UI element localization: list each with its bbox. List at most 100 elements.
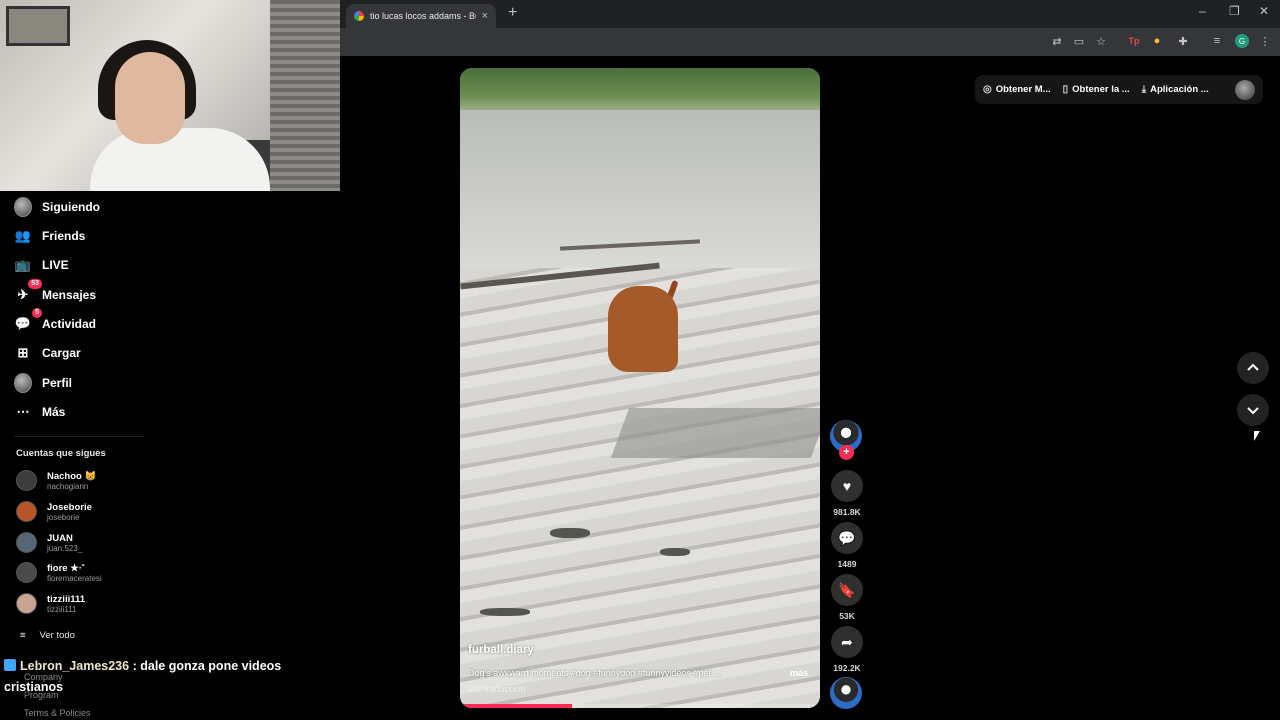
nav-label: LIVE: [42, 258, 69, 272]
share-action[interactable]: ➦ 192.2K: [830, 626, 864, 673]
video-debris: [660, 548, 690, 556]
account-name: JUAN: [47, 532, 73, 544]
account-avatar: [16, 532, 37, 553]
account-name: Nachoo 😸: [47, 470, 97, 482]
browser-tab-bar: tio lucas locos addams - Buscar × + – ❐ …: [340, 0, 1280, 28]
video-progress-bar[interactable]: [460, 704, 820, 708]
previous-video-button[interactable]: [1237, 352, 1269, 384]
music-disc-avatar[interactable]: [830, 677, 862, 709]
comment-icon[interactable]: 💬: [831, 522, 863, 554]
nav-friends[interactable]: 👥 Friends: [14, 227, 85, 245]
follow-plus-button[interactable]: +: [839, 445, 854, 460]
chat-badge-icon: [4, 659, 16, 671]
like-action[interactable]: ♥ 981.8K: [830, 470, 864, 517]
comment-action[interactable]: 💬 1489: [830, 522, 864, 569]
video-player[interactable]: furball.diary Dog's awkward moments #dog…: [460, 68, 820, 708]
footer-terms-link[interactable]: Terms & Policies: [24, 708, 91, 718]
account-avatar: [16, 562, 37, 583]
profile-icon[interactable]: G: [1235, 34, 1249, 48]
nav-activity[interactable]: 💬 5 Actividad: [14, 308, 96, 333]
chevron-up-icon: [1247, 363, 1259, 371]
account-item[interactable]: tizziii111 tizziii111: [16, 593, 85, 614]
new-tab-button[interactable]: +: [508, 4, 517, 22]
window-shutter: [270, 0, 340, 191]
account-handle: tizziii111: [47, 604, 77, 614]
video-treeline: [460, 68, 820, 110]
translate-icon[interactable]: ⇄: [1050, 34, 1064, 48]
heart-icon[interactable]: ♥: [831, 470, 863, 502]
account-handle: juan.523_: [47, 543, 83, 553]
caption-more-button[interactable]: más: [790, 668, 808, 678]
following-avatar-icon: [14, 197, 32, 217]
account-handle: joseborie: [47, 512, 80, 522]
see-all-link[interactable]: ≡ Ver todo: [20, 630, 75, 641]
restore-button[interactable]: ❐: [1229, 4, 1240, 18]
cast-icon[interactable]: ▭: [1072, 34, 1086, 48]
share-arrow-icon[interactable]: ➦: [831, 626, 863, 658]
chat-username: Lebron_James236: [20, 659, 130, 673]
bookmark-icon[interactable]: 🔖: [831, 574, 863, 606]
nav-label: Cargar: [42, 346, 81, 360]
account-name: tizziii111: [47, 593, 86, 605]
extension-badge-icon[interactable]: ●: [1150, 34, 1164, 48]
top-actions-bar: ◎ Obtener M... ▯ Obtener la ... ⤓ Aplicació…: [975, 75, 1263, 104]
nav-label: Mensajes: [42, 288, 97, 302]
account-item[interactable]: Nachoo 😸 nachogiann: [16, 470, 96, 491]
activity-badge: 5: [32, 308, 42, 318]
video-dog: [608, 286, 678, 372]
video-puddle: [610, 408, 820, 458]
close-window-button[interactable]: ✕: [1259, 4, 1269, 18]
account-name: Joseborie: [47, 501, 92, 513]
video-progress-fill: [460, 704, 572, 708]
account-avatar: [16, 593, 37, 614]
webcam-overlay: [0, 0, 340, 191]
see-all-label: Ver todo: [39, 630, 75, 641]
streamer-shirt: [90, 128, 270, 191]
video-caption: Dog's awkward moments #dog #funnydog #fu…: [468, 668, 721, 678]
nav-more[interactable]: ⋯ Más: [14, 403, 66, 421]
user-avatar[interactable]: [1235, 79, 1255, 100]
account-name: fiore ★·˚: [47, 562, 86, 574]
google-favicon-icon: [354, 11, 364, 21]
nav-label: Perfil: [42, 376, 73, 390]
bookmark-star-icon[interactable]: ☆: [1094, 34, 1108, 48]
account-item[interactable]: Joseborie joseborie: [16, 501, 92, 522]
minimize-button[interactable]: –: [1199, 4, 1206, 18]
browser-tab[interactable]: tio lucas locos addams - Buscar ×: [346, 4, 496, 28]
get-app-label: Obtener la ...: [1072, 84, 1130, 95]
next-video-button[interactable]: [1237, 394, 1269, 426]
coin-icon: ◎: [983, 84, 992, 95]
desktop-app-label: Aplicación ...: [1150, 84, 1209, 95]
nav-upload[interactable]: ⊞ Cargar: [14, 344, 81, 362]
messages-badge: 53: [28, 279, 42, 289]
desktop-app-button[interactable]: ⤓ Aplicación ...: [1142, 84, 1209, 95]
nav-label: Más: [42, 405, 66, 419]
nav-live[interactable]: 📺 LIVE: [14, 256, 69, 274]
phone-icon: ▯: [1062, 84, 1069, 95]
tab-close-icon[interactable]: ×: [482, 10, 488, 22]
media-queue-icon[interactable]: ≡: [1210, 34, 1224, 48]
nav-label: Siguiendo: [42, 200, 100, 214]
save-count: 53K: [839, 611, 855, 621]
account-handle: nachogiann: [47, 481, 89, 491]
kebab-menu-icon[interactable]: ⋮: [1258, 34, 1272, 48]
following-section-title: Cuentas que sigues: [16, 448, 106, 459]
nav-messages[interactable]: ✈ 53 Mensajes: [14, 279, 97, 304]
activity-icon: 💬 5: [14, 308, 42, 333]
tp-extension-icon[interactable]: Tp: [1127, 34, 1141, 48]
account-item[interactable]: JUAN juan.523_: [16, 532, 82, 553]
get-coins-button[interactable]: ◎ Obtener M...: [983, 84, 1051, 95]
live-tv-icon: 📺: [14, 257, 32, 272]
tab-title: tio lucas locos addams - Buscar: [370, 11, 476, 21]
chat-separator: :: [132, 659, 137, 673]
see-translation-link[interactable]: Ver traducción: [468, 684, 526, 694]
upload-plus-icon: ⊞: [17, 345, 29, 360]
save-action[interactable]: 🔖 53K: [830, 574, 864, 621]
nav-profile[interactable]: Perfil: [14, 373, 73, 393]
puzzle-extensions-icon[interactable]: ✚: [1176, 34, 1190, 48]
get-app-button[interactable]: ▯ Obtener la ...: [1063, 84, 1130, 95]
get-coins-label: Obtener M...: [995, 84, 1051, 95]
account-item[interactable]: fiore ★·˚ fioremaceratesi: [16, 562, 102, 583]
video-author-name[interactable]: furball.diary: [468, 644, 534, 656]
nav-following[interactable]: Siguiendo: [14, 197, 100, 217]
